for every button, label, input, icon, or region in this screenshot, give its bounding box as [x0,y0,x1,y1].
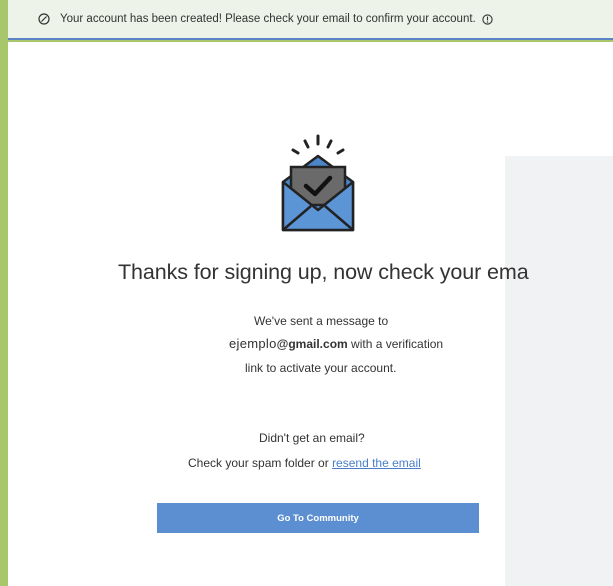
resend-email-link[interactable]: resend the email [332,456,421,470]
go-to-community-button[interactable]: Go To Community [157,503,479,533]
email-domain: @gmail.com [276,337,348,351]
success-banner: Your account has been created! Please ch… [8,0,613,40]
sent-message-line1: We've sent a message to [254,314,389,328]
sent-suffix: with a verification [347,337,444,351]
overlay-panel [505,156,613,586]
confirmation-page: Thanks for signing up, now check your em… [8,42,613,586]
spam-prefix: Check your spam folder or [188,456,333,470]
envelope-check-icon [281,134,355,232]
check-circle-icon [38,13,50,25]
email-user: ejemplo [229,336,277,351]
banner-message: Your account has been created! Please ch… [60,13,476,25]
sent-message-line3: link to activate your account. [245,361,397,375]
page-heading: Thanks for signing up, now check your em… [118,260,529,284]
info-icon[interactable] [482,13,493,25]
sent-message-line2: ejemplo@gmail.com with a verification [229,336,443,351]
didnt-get-email-text: Didn't get an email? [259,431,365,445]
spam-folder-line: Check your spam folder or resend the ema… [188,456,421,470]
